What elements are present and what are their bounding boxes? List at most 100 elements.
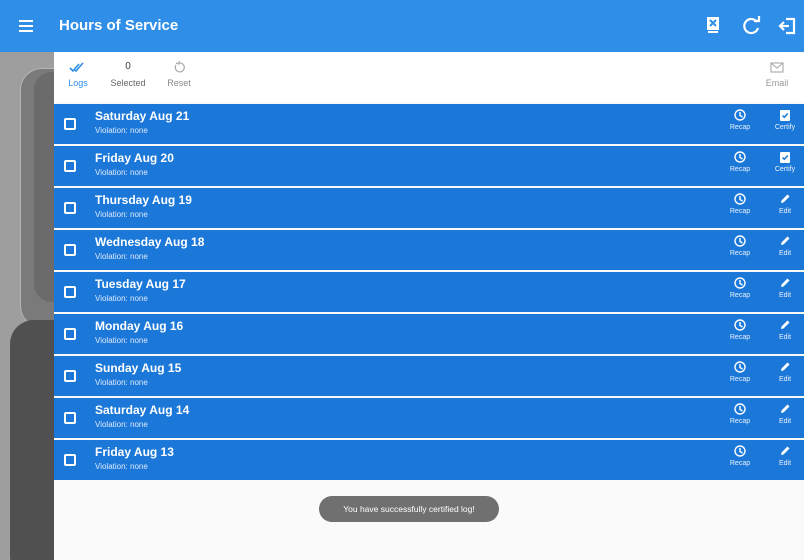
pencil-icon [781,404,790,413]
row-checkbox[interactable] [64,454,76,466]
reset-icon [174,61,185,73]
log-day: Friday Aug 20 [95,151,174,165]
history-icon [734,445,746,457]
log-row[interactable]: Saturday Aug 21 Violation: none Recap Ce… [54,104,804,144]
recap-label: Recap [729,166,751,173]
row-checkbox[interactable] [64,118,76,130]
certify-label: Certify [774,124,796,131]
background-panel [0,52,54,560]
edit-button[interactable]: Edit [767,276,803,299]
log-day: Sunday Aug 15 [95,361,182,375]
selected-count: 0 [125,61,131,72]
toast-message: You have successfully certified log! [319,496,499,522]
row-checkbox[interactable] [64,370,76,382]
edit-label: Edit [778,460,792,467]
edit-button[interactable]: Edit [767,444,803,467]
certify-label: Certify [774,166,796,173]
row-checkbox[interactable] [64,244,76,256]
refresh-icon[interactable] [738,12,766,40]
recap-label: Recap [729,124,751,131]
history-icon [734,235,746,247]
logs-label: Logs [68,78,88,88]
log-day: Thursday Aug 19 [95,193,192,207]
log-row[interactable]: Friday Aug 20 Violation: none Recap Cert… [54,146,804,186]
log-day: Tuesday Aug 17 [95,277,186,291]
document-x-icon[interactable] [699,12,727,40]
log-row[interactable]: Friday Aug 13 Violation: none Recap Edit [54,440,804,480]
log-row[interactable]: Sunday Aug 15 Violation: none Recap Edit [54,356,804,396]
log-row[interactable]: Thursday Aug 19 Violation: none Recap Ed… [54,188,804,228]
pencil-icon [781,446,790,455]
log-day: Monday Aug 16 [95,319,184,333]
log-day: Friday Aug 13 [95,445,174,459]
email-button[interactable]: Email [760,60,794,88]
pencil-icon [781,278,790,287]
violation-text: Violation: none [95,210,148,219]
recap-button[interactable]: Recap [722,402,758,425]
history-icon [734,361,746,373]
edit-button[interactable]: Edit [767,234,803,257]
log-day: Wednesday Aug 18 [95,235,205,249]
row-checkbox[interactable] [64,160,76,172]
violation-text: Violation: none [95,462,148,471]
violation-text: Violation: none [95,294,148,303]
row-checkbox[interactable] [64,202,76,214]
recap-button[interactable]: Recap [722,444,758,467]
pencil-icon [781,236,790,245]
log-row[interactable]: Tuesday Aug 17 Violation: none Recap Edi… [54,272,804,312]
page-title: Hours of Service [59,17,179,34]
history-icon [734,151,746,163]
pencil-icon [781,194,790,203]
device-shape [10,320,54,560]
violation-text: Violation: none [95,336,148,345]
history-icon [734,109,746,121]
edit-label: Edit [778,208,792,215]
recap-label: Recap [729,208,751,215]
pencil-icon [781,362,790,371]
recap-button[interactable]: Recap [722,360,758,383]
edit-button[interactable]: Edit [767,192,803,215]
recap-label: Recap [729,460,751,467]
edit-label: Edit [778,376,792,383]
history-icon [734,193,746,205]
certify-button[interactable]: Certify [767,108,803,131]
recap-button[interactable]: Recap [722,192,758,215]
recap-button[interactable]: Recap [722,318,758,341]
certify-icon [780,110,790,121]
recap-button[interactable]: Recap [722,276,758,299]
device-shape [34,72,54,302]
history-icon [734,319,746,331]
recap-label: Recap [729,250,751,257]
log-row[interactable]: Monday Aug 16 Violation: none Recap Edit [54,314,804,354]
certify-button[interactable]: Certify [767,150,803,173]
recap-button[interactable]: Recap [722,150,758,173]
log-row[interactable]: Wednesday Aug 18 Violation: none Recap E… [54,230,804,270]
reset-button[interactable]: Reset [164,60,194,88]
edit-button[interactable]: Edit [767,360,803,383]
hamburger-icon[interactable] [14,14,38,38]
recap-label: Recap [729,376,751,383]
log-row[interactable]: Saturday Aug 14 Violation: none Recap Ed… [54,398,804,438]
main-content: Logs 0 Selected Reset Email Saturday Aug… [54,52,804,560]
logout-icon[interactable] [774,12,802,40]
history-icon [734,277,746,289]
certify-icon [780,152,790,163]
row-checkbox[interactable] [64,328,76,340]
recap-label: Recap [729,292,751,299]
selected-counter: 0 Selected [106,60,150,88]
log-day: Saturday Aug 21 [95,109,190,123]
recap-button[interactable]: Recap [722,234,758,257]
violation-text: Violation: none [95,252,148,261]
violation-text: Violation: none [95,168,148,177]
double-check-icon [69,62,84,73]
row-checkbox[interactable] [64,286,76,298]
edit-button[interactable]: Edit [767,402,803,425]
email-label: Email [765,78,789,88]
violation-text: Violation: none [95,420,148,429]
edit-label: Edit [778,334,792,341]
recap-button[interactable]: Recap [722,108,758,131]
recap-label: Recap [729,418,751,425]
row-checkbox[interactable] [64,412,76,424]
logs-button[interactable]: Logs [64,60,92,88]
edit-button[interactable]: Edit [767,318,803,341]
